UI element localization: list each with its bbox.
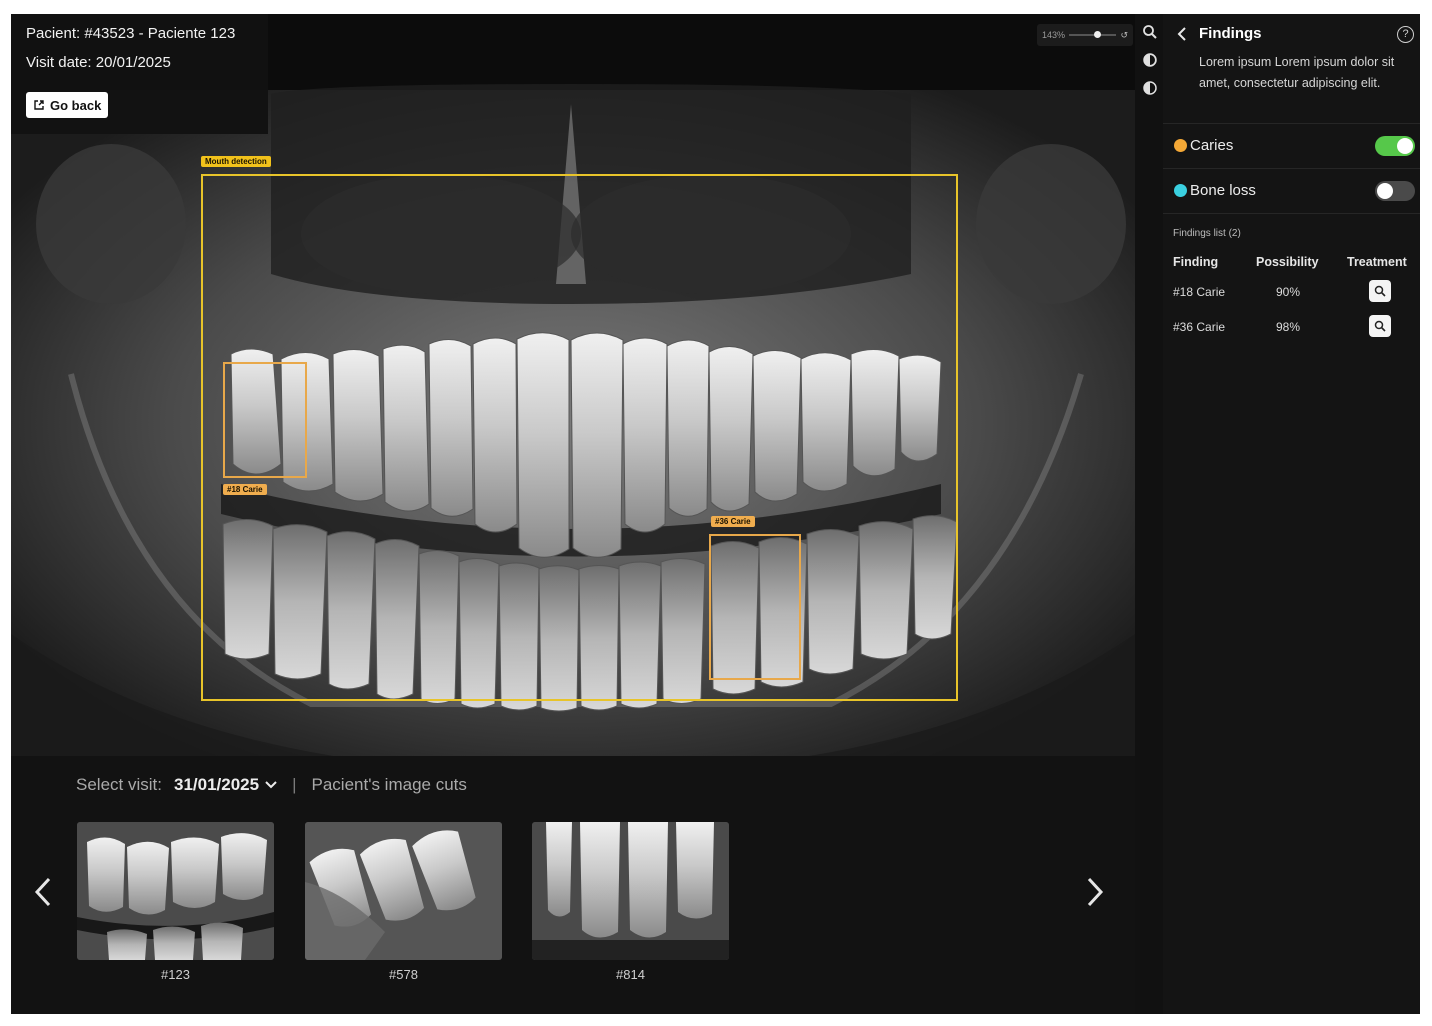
image-cut-caption-1: #123 bbox=[161, 967, 190, 982]
zoom-icon[interactable] bbox=[1142, 24, 1158, 40]
layer-toggle-caries: Caries bbox=[1163, 124, 1420, 169]
finding-row-2-possibility: 98% bbox=[1276, 320, 1301, 334]
external-link-icon bbox=[34, 100, 44, 110]
chevron-right-icon[interactable] bbox=[1083, 874, 1107, 910]
visit-dropdown[interactable]: 31/01/2025 bbox=[174, 775, 277, 795]
findings-list-title: Findings list (2) bbox=[1173, 228, 1241, 239]
image-cut-caption-2: #578 bbox=[389, 967, 418, 982]
reset-zoom-icon[interactable]: ↺ bbox=[1120, 30, 1128, 41]
zoom-slider[interactable] bbox=[1069, 31, 1117, 38]
caries-toggle-knob bbox=[1397, 138, 1413, 154]
column-header-treatment: Treatment bbox=[1347, 255, 1407, 269]
bone-loss-toggle-knob bbox=[1377, 183, 1393, 199]
visit-date: Visit date: 20/01/2025 bbox=[26, 54, 171, 71]
bone-loss-color-dot bbox=[1174, 184, 1187, 197]
mouth-detection-box[interactable] bbox=[201, 174, 958, 701]
separator: | bbox=[292, 775, 297, 794]
image-cut-2-preview bbox=[305, 822, 502, 960]
image-cut-thumbnail-2[interactable] bbox=[305, 822, 502, 960]
caries-label: Caries bbox=[1190, 137, 1234, 154]
contrast-icon[interactable] bbox=[1142, 80, 1158, 96]
brightness-icon[interactable] bbox=[1142, 52, 1158, 68]
image-cut-thumbnail-1[interactable] bbox=[77, 822, 274, 960]
xray-viewer[interactable]: Mouth detection #18 Carie #36 Carie Paci… bbox=[11, 14, 1135, 756]
chevron-down-icon bbox=[265, 781, 277, 789]
column-header-possibility: Possibility bbox=[1256, 255, 1319, 269]
finding-row-2-treatment-button[interactable] bbox=[1369, 315, 1391, 337]
image-cuts-link[interactable]: Pacient's image cuts bbox=[312, 775, 467, 795]
findings-panel: Findings ? Lorem ipsum Lorem ipsum dolor… bbox=[1163, 14, 1420, 1014]
go-back-label: Go back bbox=[50, 97, 102, 113]
search-icon bbox=[1374, 285, 1386, 297]
chevron-left-icon[interactable] bbox=[1175, 26, 1189, 42]
visit-selector-row: Select visit: 31/01/2025 | Pacient's ima… bbox=[76, 773, 467, 797]
zoom-control[interactable]: 143% ↺ bbox=[1037, 24, 1133, 46]
go-back-button[interactable]: Go back bbox=[26, 92, 109, 118]
image-cut-1-preview bbox=[77, 822, 274, 960]
caries-toggle[interactable] bbox=[1375, 136, 1415, 156]
layer-toggle-bone-loss: Bone loss bbox=[1163, 169, 1420, 214]
mouth-detection-tag: Mouth detection bbox=[201, 156, 271, 167]
caries-color-dot bbox=[1174, 139, 1187, 152]
zoom-slider-knob[interactable] bbox=[1094, 31, 1102, 38]
chevron-left-icon[interactable] bbox=[31, 874, 55, 910]
patient-info-panel: Pacient: #43523 - Paciente 123 Visit dat… bbox=[11, 14, 268, 134]
select-visit-label: Select visit: bbox=[76, 775, 162, 794]
help-icon[interactable]: ? bbox=[1397, 26, 1414, 43]
patient-id: Pacient: #43523 - Paciente 123 bbox=[26, 25, 236, 42]
image-cut-3-preview bbox=[532, 822, 729, 960]
findings-title: Findings bbox=[1199, 25, 1262, 42]
carie-36-tag: #36 Carie bbox=[711, 516, 755, 527]
image-cut-caption-3: #814 bbox=[616, 967, 645, 982]
findings-description: Lorem ipsum Lorem ipsum dolor sit amet, … bbox=[1199, 55, 1395, 90]
image-cut-thumbnail-3[interactable] bbox=[532, 822, 729, 960]
finding-row-1-treatment-button[interactable] bbox=[1369, 280, 1391, 302]
column-header-finding: Finding bbox=[1173, 255, 1219, 269]
finding-row-1-possibility: 90% bbox=[1276, 285, 1301, 299]
finding-row-1-name[interactable]: #18 Carie bbox=[1173, 285, 1225, 299]
finding-row-2-name[interactable]: #36 Carie bbox=[1173, 320, 1225, 334]
carie-18-box[interactable] bbox=[223, 362, 307, 478]
bone-loss-label: Bone loss bbox=[1190, 182, 1256, 199]
app-window: Mouth detection #18 Carie #36 Carie Paci… bbox=[11, 14, 1420, 1014]
visit-dropdown-value: 31/01/2025 bbox=[173, 775, 260, 794]
carie-18-tag: #18 Carie bbox=[223, 484, 267, 495]
search-icon bbox=[1374, 320, 1386, 332]
bone-loss-toggle[interactable] bbox=[1375, 181, 1415, 201]
zoom-value: 143% bbox=[1042, 30, 1066, 40]
carie-36-box[interactable] bbox=[709, 534, 801, 680]
viewer-tools bbox=[1135, 14, 1163, 1014]
findings-header: Findings ? Lorem ipsum Lorem ipsum dolor… bbox=[1163, 14, 1420, 124]
